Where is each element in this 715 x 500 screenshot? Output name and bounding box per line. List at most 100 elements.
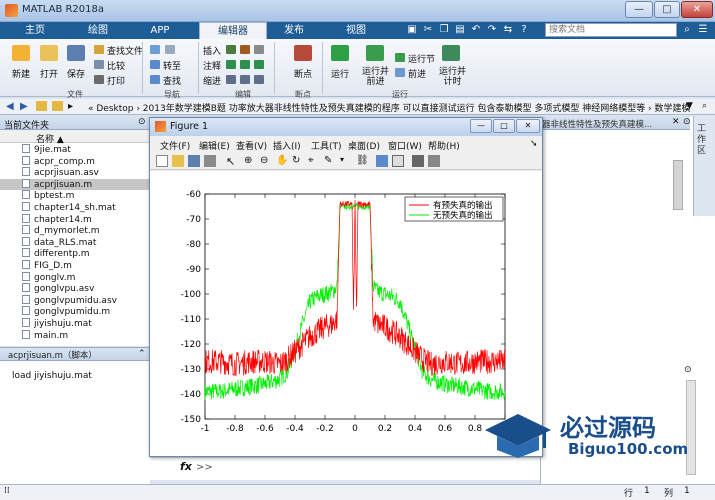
file-list-item[interactable]: acprjisuan.m <box>0 178 150 191</box>
details-toggle-icon[interactable]: ⌃ <box>138 349 146 359</box>
indent-button[interactable]: 缩进 <box>203 74 221 87</box>
open-button[interactable]: 打开 <box>40 67 58 80</box>
close-button[interactable]: ✕ <box>681 1 713 18</box>
tab-apps[interactable]: APP <box>134 22 186 39</box>
print-button[interactable]: 打印 <box>107 74 125 87</box>
menu-desktop[interactable]: 桌面(D) <box>348 139 380 152</box>
pan-icon[interactable]: ✋ <box>276 155 288 167</box>
run-section-button[interactable]: 运行节 <box>408 52 435 65</box>
file-list-item[interactable]: data_RLS.mat <box>0 236 150 249</box>
print-figure-icon[interactable] <box>204 155 216 167</box>
help-quick-icon[interactable]: ? <box>517 23 531 37</box>
community-icon[interactable]: ☰ <box>696 23 710 37</box>
command-menu-icon[interactable]: ⊙ <box>684 365 692 375</box>
cut-quick-icon[interactable]: ✂ <box>421 23 435 37</box>
file-list-item[interactable]: gonglvpumidu.asv <box>0 294 150 307</box>
editor-scrollbar[interactable] <box>673 160 683 210</box>
menu-file[interactable]: 文件(F) <box>160 139 190 152</box>
rotate-icon[interactable]: ↻ <box>292 155 304 167</box>
workspace-label[interactable]: 工作区 <box>697 124 709 157</box>
paste-quick-icon[interactable]: ▤ <box>453 23 467 37</box>
save-quick-icon[interactable]: ▣ <box>405 23 419 37</box>
link-plot-icon[interactable]: ⛓ <box>356 155 369 167</box>
figure-minimize-button[interactable]: — <box>470 119 492 133</box>
file-list-item[interactable]: differentp.m <box>0 248 150 260</box>
tab-plots[interactable]: 绘图 <box>72 22 124 39</box>
undo-quick-icon[interactable]: ↶ <box>469 23 483 37</box>
brush-icon[interactable]: ✎ <box>324 155 336 167</box>
find-button[interactable]: 查找 <box>163 74 181 87</box>
panel-menu-icon[interactable]: ⊙ <box>138 117 146 127</box>
switch-window-icon[interactable]: ⇆ <box>501 23 515 37</box>
breakpoints-button[interactable]: 断点 <box>294 67 312 80</box>
tab-publish[interactable]: 发布 <box>268 22 320 39</box>
copy-quick-icon[interactable]: ❐ <box>437 23 451 37</box>
zoom-out-icon[interactable]: ⊖ <box>260 155 272 167</box>
path-dropdown-icon[interactable]: ▼ <box>686 101 693 111</box>
open-file-icon[interactable] <box>172 155 184 167</box>
figure-maximize-button[interactable]: □ <box>493 119 515 133</box>
editor-menu-icon[interactable]: ⊙ <box>683 117 691 127</box>
back-nav-icon[interactable] <box>150 45 160 54</box>
save-figure-icon[interactable] <box>188 155 200 167</box>
file-list-item[interactable]: bptest.m <box>0 190 150 202</box>
file-list-item[interactable]: 9jie.mat <box>0 144 150 156</box>
run-and-advance-button[interactable]: 运行并 前进 <box>362 67 389 87</box>
legend-icon[interactable] <box>392 155 404 167</box>
file-list-item[interactable]: gonglvpu.asv <box>0 283 150 295</box>
browse-folder-icon[interactable] <box>52 101 63 111</box>
menu-insert[interactable]: 插入(I) <box>273 139 301 152</box>
fx-insert-icon[interactable] <box>240 45 250 54</box>
run-and-time-button[interactable]: 运行并 计时 <box>439 67 466 87</box>
show-plot-tools-icon[interactable] <box>428 155 440 167</box>
run-button[interactable]: 运行 <box>331 67 349 80</box>
tab-editor[interactable]: 编辑器 <box>199 22 267 39</box>
up-folder-icon[interactable] <box>36 101 47 111</box>
insert-button[interactable]: 插入 <box>203 44 221 57</box>
fx-icon[interactable]: fx <box>180 460 192 473</box>
pointer-icon[interactable]: ↖ <box>226 155 238 168</box>
editor-close-icon[interactable]: ✕ <box>672 117 680 127</box>
search-folder-icon[interactable]: ⌕ <box>702 101 707 111</box>
goto-button[interactable]: 转至 <box>163 59 181 72</box>
search-documentation-input[interactable]: 搜索文档 <box>545 23 677 37</box>
redo-quick-icon[interactable]: ↷ <box>485 23 499 37</box>
insert-more-icon[interactable] <box>254 45 264 54</box>
wrap-comment-icon[interactable] <box>254 60 264 69</box>
file-list-item[interactable]: acprjisuan.asv <box>0 167 150 179</box>
save-button[interactable]: 保存 <box>67 67 85 80</box>
hide-plot-tools-icon[interactable] <box>412 155 424 167</box>
command-scrollbar[interactable] <box>686 380 696 475</box>
decrease-indent-icon[interactable] <box>254 75 264 84</box>
folder-dropdown-icon[interactable]: ▸ <box>68 101 73 112</box>
uncomment-icon[interactable] <box>240 60 250 69</box>
compare-button[interactable]: 比较 <box>107 59 125 72</box>
command-prompt[interactable]: >> <box>196 462 213 473</box>
file-list-item[interactable]: chapter14.m <box>0 213 150 226</box>
file-list-item[interactable]: main.m <box>0 329 150 342</box>
comment-icon[interactable] <box>226 60 236 69</box>
menu-window[interactable]: 窗口(W) <box>388 139 422 152</box>
smart-indent-icon[interactable] <box>226 75 236 84</box>
comment-button[interactable]: 注释 <box>203 59 221 72</box>
file-list-item[interactable]: gonglvpumidu.m <box>0 306 150 318</box>
tab-home[interactable]: 主页 <box>10 22 60 39</box>
current-folder-path[interactable]: « Desktop › 2013年数学建模B题 功率放大器非线性特性及预失真建模… <box>88 101 691 114</box>
menu-overflow-icon[interactable]: ➘ <box>530 139 538 149</box>
brush-dropdown-icon[interactable]: ▾ <box>340 155 352 167</box>
data-cursor-icon[interactable]: ⌖ <box>308 155 320 167</box>
file-list-item[interactable]: chapter14_sh.mat <box>0 202 150 214</box>
figure-close-button[interactable]: ✕ <box>516 119 540 133</box>
insert-section-icon[interactable] <box>226 45 236 54</box>
menu-help[interactable]: 帮助(H) <box>428 139 460 152</box>
search-icon[interactable]: ⌕ <box>680 23 694 37</box>
menu-tools[interactable]: 工具(T) <box>311 139 342 152</box>
forward-nav-icon[interactable] <box>165 45 175 54</box>
file-list-item[interactable]: d_mymorlet.m <box>0 225 150 237</box>
increase-indent-icon[interactable] <box>240 75 250 84</box>
advance-button[interactable]: 前进 <box>408 67 426 80</box>
file-list-item[interactable]: FIG_D.m <box>0 260 150 272</box>
colorbar-icon[interactable] <box>376 155 388 167</box>
zoom-in-icon[interactable]: ⊕ <box>244 155 256 167</box>
file-list-item[interactable]: gonglv.m <box>0 271 150 284</box>
